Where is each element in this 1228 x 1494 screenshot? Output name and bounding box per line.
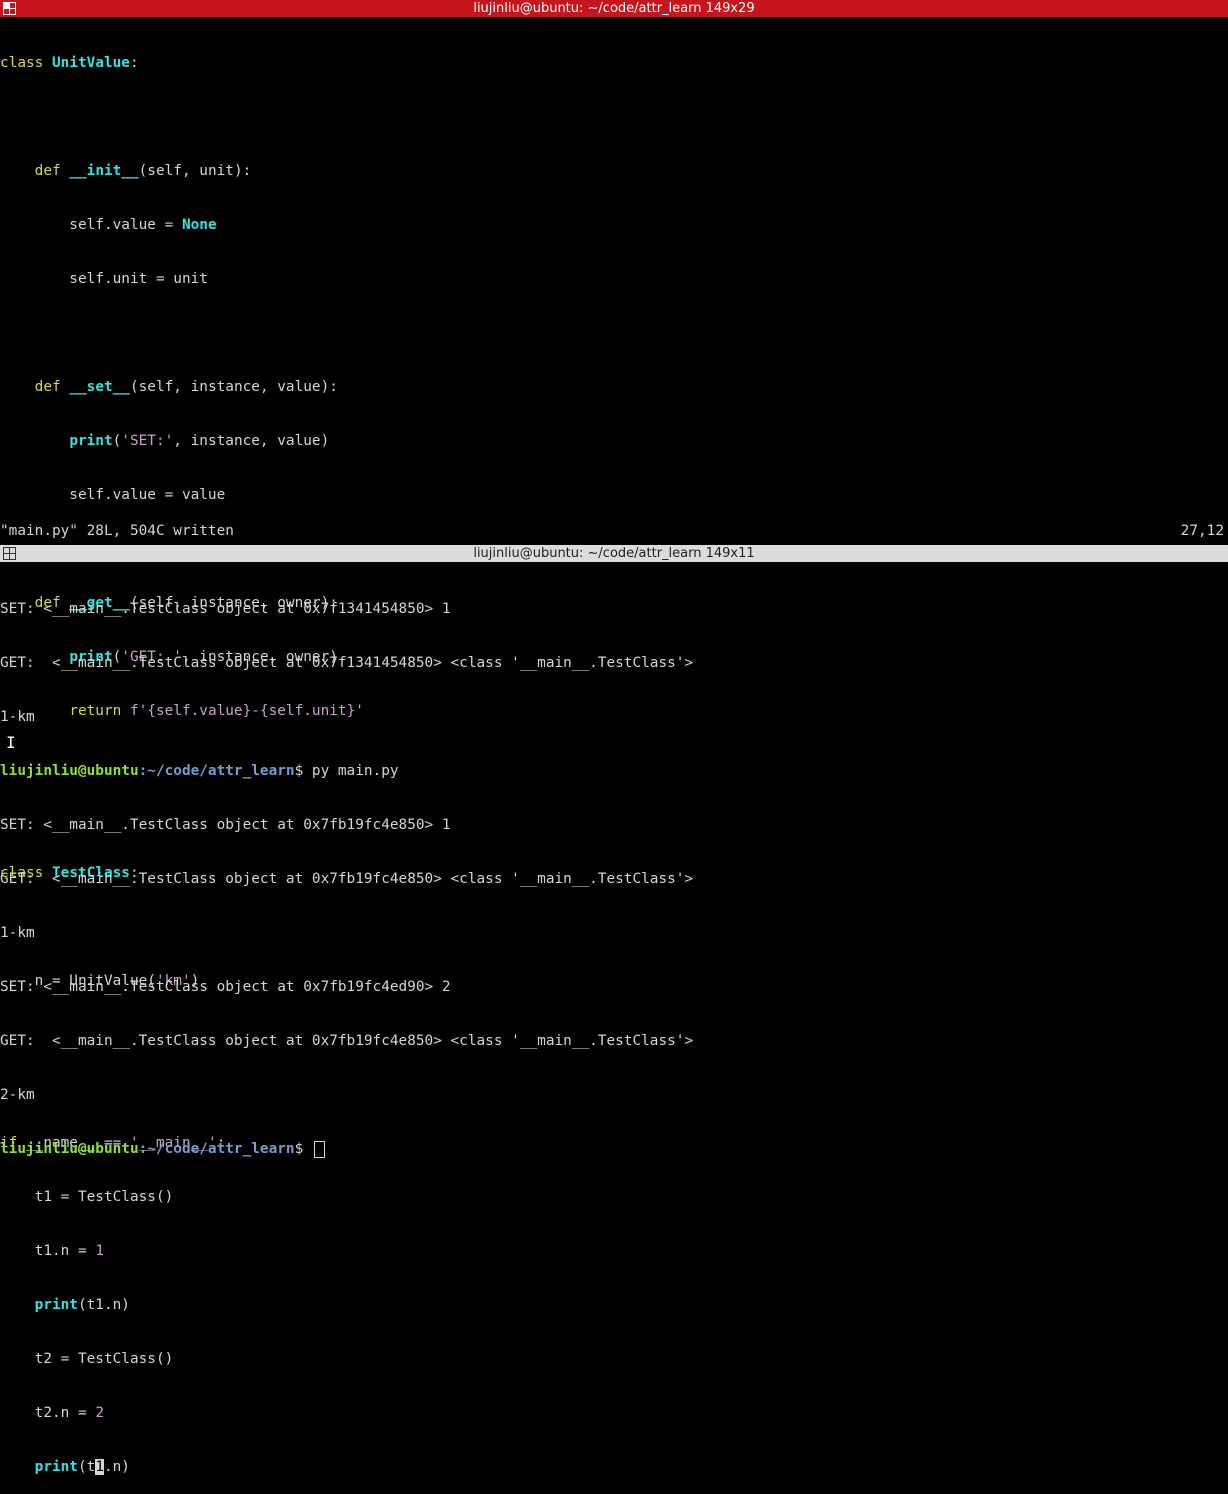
- terminal-cursor[interactable]: [313, 1140, 325, 1158]
- editor-cursor: 1: [95, 1459, 104, 1475]
- code-line: def __set__(self, instance, value):: [34, 379, 338, 395]
- top-window-title: liujinliu@ubuntu: ~/code/attr_learn 149x…: [473, 1, 755, 16]
- prompt-path: :~/code/attr_learn: [138, 763, 295, 779]
- code-line: self.value = value: [0, 487, 226, 503]
- code-line: def __init__(self, unit):: [34, 163, 252, 179]
- code-line: print(t1.n): [34, 1459, 130, 1475]
- output-line: GET: <__main__.TestClass object at 0x7fb…: [0, 1033, 694, 1049]
- code-line: t2.n = 2: [0, 1405, 104, 1421]
- terminal-output[interactable]: SET: <__main__.TestClass object at 0x7f1…: [0, 564, 1228, 1158]
- terminal-grid-icon[interactable]: [3, 547, 16, 560]
- status-message: "main.py" 28L, 504C written: [0, 523, 234, 539]
- output-line: 2-km: [0, 1087, 35, 1103]
- code-line: self.value = None: [0, 217, 217, 233]
- output-line: 1-km: [0, 925, 35, 941]
- top-window-titlebar[interactable]: liujinliu@ubuntu: ~/code/attr_learn 149x…: [0, 0, 1228, 17]
- prompt-symbol: $: [294, 763, 312, 779]
- terminal-grid-icon[interactable]: [3, 2, 16, 15]
- vim-status-line: "main.py" 28L, 504C written 27,12: [0, 522, 1228, 540]
- prompt-symbol: $: [294, 1141, 312, 1157]
- output-line: GET: <__main__.TestClass object at 0x7fb…: [0, 871, 694, 887]
- code-line: t1.n = 1: [0, 1243, 104, 1259]
- code-line: print(t1.n): [34, 1297, 130, 1313]
- output-line: GET: <__main__.TestClass object at 0x7f1…: [0, 655, 694, 671]
- prompt-path: :~/code/attr_learn: [138, 1141, 295, 1157]
- output-line: SET: <__main__.TestClass object at 0x7fb…: [0, 817, 451, 833]
- output-line: SET: <__main__.TestClass object at 0x7f1…: [0, 601, 451, 617]
- code-line: self.unit = unit: [0, 271, 208, 287]
- vim-editor[interactable]: class UnitValue: def __init__(self, unit…: [0, 18, 1228, 1475]
- bottom-window-titlebar[interactable]: liujinliu@ubuntu: ~/code/attr_learn 149x…: [0, 545, 1228, 562]
- code-line: t1 = TestClass(): [0, 1189, 174, 1205]
- output-line: SET: <__main__.TestClass object at 0x7fb…: [0, 979, 451, 995]
- prompt-user: liujinliu@ubuntu: [0, 763, 139, 779]
- prompt-user: liujinliu@ubuntu: [0, 1141, 139, 1157]
- bottom-window-title: liujinliu@ubuntu: ~/code/attr_learn 149x…: [473, 546, 755, 561]
- active-prompt-line[interactable]: liujinliu@ubuntu:~/code/attr_learn$: [0, 1140, 1228, 1158]
- command-line: liujinliu@ubuntu:~/code/attr_learn$ py m…: [0, 762, 1228, 780]
- code-line: t2 = TestClass(): [0, 1351, 174, 1367]
- cursor-position: 27,12: [1180, 523, 1224, 539]
- mouse-ibeam-icon: I: [6, 733, 16, 752]
- code-line: print('SET:', instance, value): [69, 433, 330, 449]
- code-line: class UnitValue:: [0, 55, 139, 71]
- output-line: 1-km: [0, 709, 35, 725]
- command-text: py main.py: [311, 763, 399, 779]
